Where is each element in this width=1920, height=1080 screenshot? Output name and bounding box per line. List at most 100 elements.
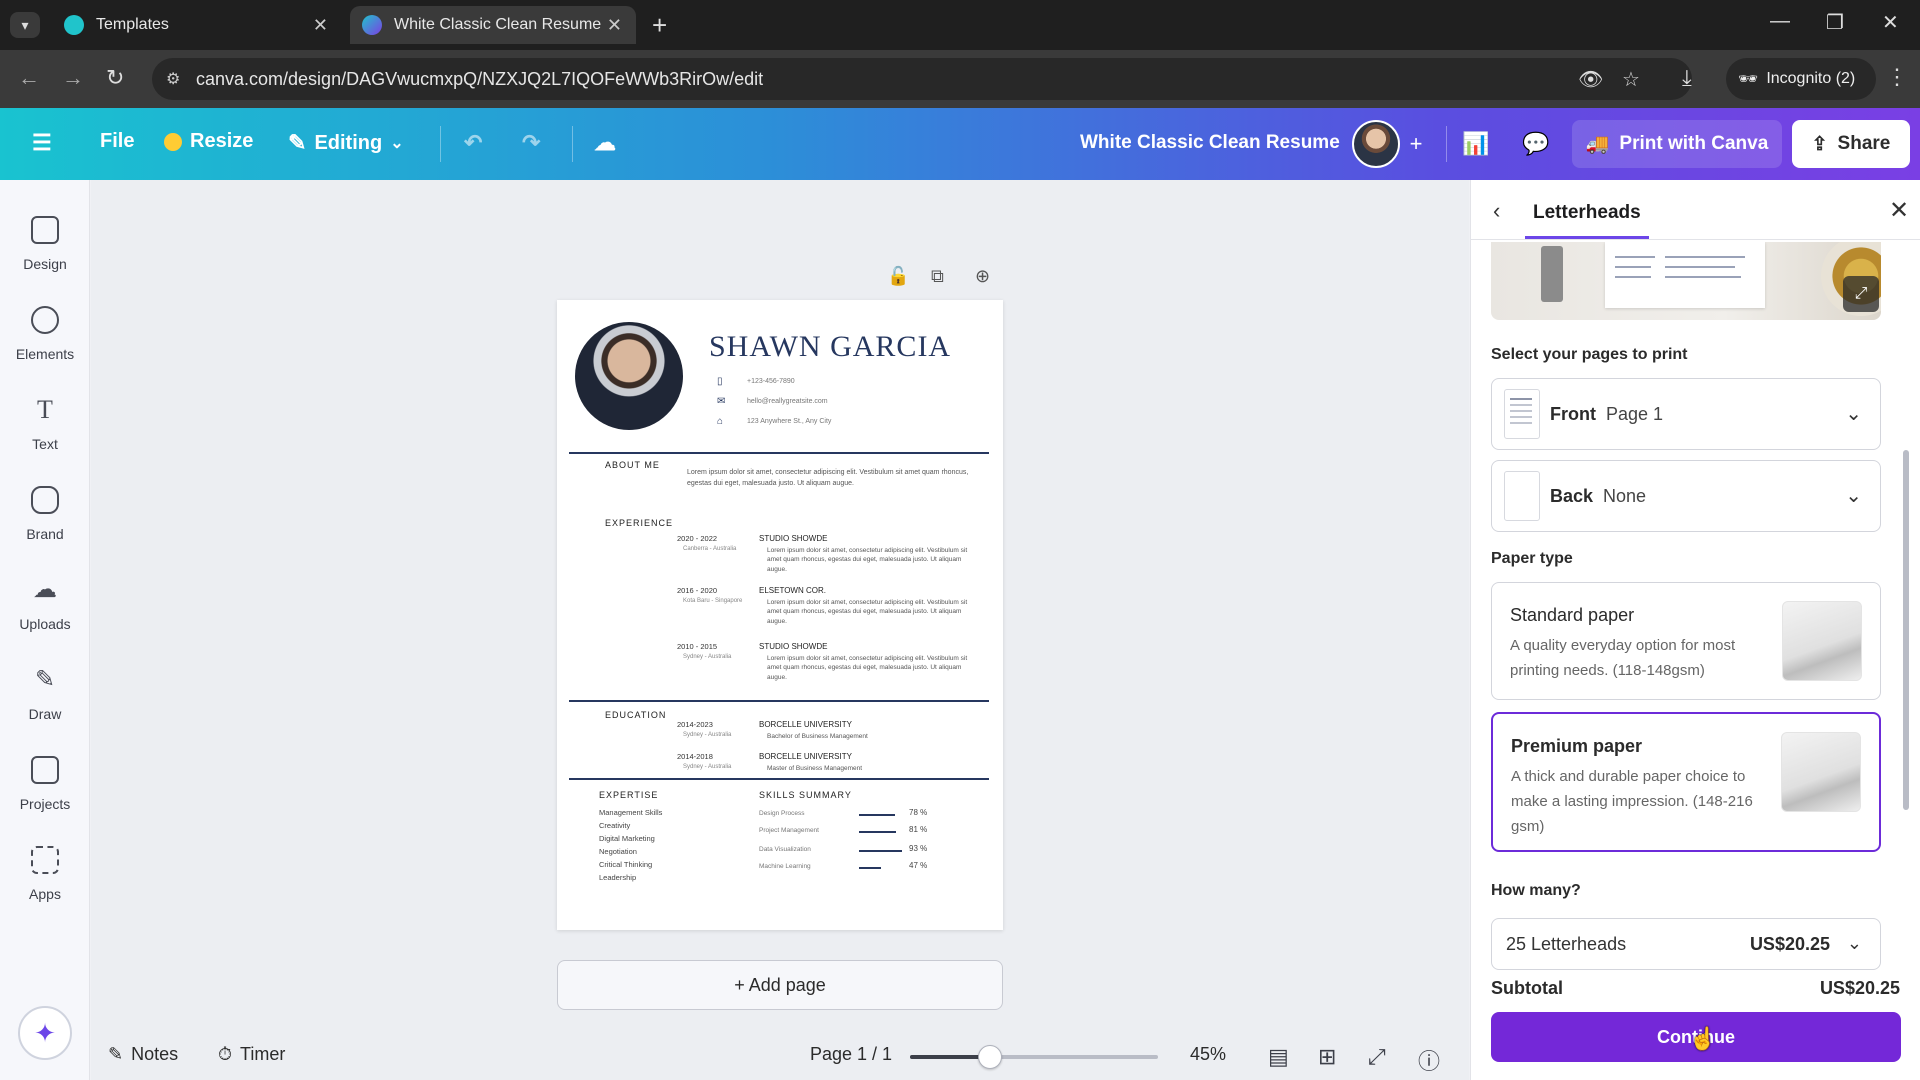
timer-button[interactable]: ⏱ Timer [218,1044,285,1065]
insights-chart-icon[interactable]: 📊 [1454,122,1498,166]
fullscreen-icon[interactable]: ⤢ [1368,1044,1386,1070]
letterhead-preview-image[interactable]: ⤢ [1491,242,1881,320]
page-indicator[interactable]: Page 1 / 1 [810,1044,892,1065]
forward-arrow-icon[interactable]: → [62,65,84,91]
restore-icon[interactable]: ❐ [1826,10,1844,35]
exp-description[interactable]: Lorem ipsum dolor sit amet, consectetur … [767,598,977,626]
skill-percent[interactable]: 47 % [909,861,927,870]
site-info-icon[interactable]: ⚙ [166,69,180,89]
tab-resume[interactable]: White Classic Clean Resume - A ✕ [350,6,636,44]
bookmark-star-icon[interactable]: ☆ [1622,67,1640,92]
rail-item-uploads[interactable]: ☁ Uploads [0,568,90,648]
add-collaborator-icon[interactable]: + [1394,122,1438,166]
close-panel-icon[interactable]: ✕ [1889,196,1909,225]
back-chevron-icon[interactable]: ‹ [1493,198,1500,224]
skills-title[interactable]: SKILLS SUMMARY [759,790,852,800]
exp-location[interactable]: Sydney - Australia [683,654,731,660]
minimize-icon[interactable]: — [1770,10,1790,33]
edu-school[interactable]: BORCELLE UNIVERSITY [759,752,852,761]
email-text[interactable]: hello@reallygreatsite.com [747,398,828,405]
expertise-title[interactable]: EXPERTISE [599,790,658,800]
profile-photo[interactable] [575,322,683,430]
close-window-icon[interactable]: ✕ [1882,10,1899,35]
rail-item-apps[interactable]: Apps [0,838,90,918]
download-icon[interactable]: ⤓ [1682,65,1692,91]
pages-view-icon[interactable]: ▤ [1268,1044,1289,1070]
about-title[interactable]: ABOUT ME [605,460,660,470]
rail-item-text[interactable]: T Text [0,388,90,468]
share-button[interactable]: ⇪ Share [1792,120,1910,168]
print-with-canva-button[interactable]: 🚚 Print with Canva [1572,120,1782,168]
close-tab-icon[interactable]: ✕ [607,15,622,36]
url-bar[interactable]: ⚙ canva.com/design/DAGVwucmxpQ/NZXJQ2L7I… [152,58,1692,100]
skill-name[interactable]: Machine Learning [759,863,811,870]
resume-page[interactable]: SHAWN GARCIA ▯ +123-456-7890 ✉ hello@rea… [557,300,1003,930]
skill-name[interactable]: Design Process [759,810,805,817]
cloud-sync-icon[interactable]: ☁ [594,130,616,156]
tab-search-icon[interactable]: ▾ [10,12,40,38]
rail-item-elements[interactable]: Elements [0,298,90,378]
reload-icon[interactable]: ↻ [106,65,124,91]
edu-years[interactable]: 2014-2023 [677,720,713,729]
exp-company[interactable]: STUDIO SHOWDE [759,642,827,651]
front-page-select[interactable]: Front Page 1 ⌄ [1491,378,1881,450]
about-text[interactable]: Lorem ipsum dolor sit amet, consectetur … [687,468,977,489]
edu-location[interactable]: Sydney - Australia [683,764,731,770]
comment-icon[interactable]: 💬 [1514,122,1558,166]
browser-menu-icon[interactable]: ⋮ [1886,64,1908,90]
notes-button[interactable]: ✎ Notes [108,1044,178,1065]
undo-icon[interactable]: ↶ [464,130,482,156]
edu-location[interactable]: Sydney - Australia [683,732,731,738]
add-page-icon[interactable]: ⊕ [975,266,990,287]
zoom-level[interactable]: 45% [1190,1044,1226,1065]
add-page-button[interactable]: + Add page [557,960,1003,1010]
new-tab-icon[interactable]: + [652,10,667,41]
resize-button[interactable]: Resize [164,130,253,153]
expertise-item[interactable]: Leadership [599,873,636,882]
expertise-item[interactable]: Creativity [599,821,630,830]
editing-mode-button[interactable]: ✎ Editing ⌄ [288,130,404,156]
rail-item-draw[interactable]: ✎ Draw [0,658,90,738]
phone-text[interactable]: +123-456-7890 [747,378,795,385]
skill-name[interactable]: Data Visualization [759,846,811,853]
expertise-item[interactable]: Management Skills [599,808,662,817]
address-text[interactable]: 123 Anywhere St., Any City [747,418,831,425]
expand-preview-icon[interactable]: ⤢ [1843,276,1879,312]
skill-name[interactable]: Project Management [759,827,819,834]
file-menu-button[interactable]: File [100,130,134,153]
close-tab-icon[interactable]: ✕ [313,15,328,36]
rail-item-design[interactable]: Design [0,208,90,288]
rail-item-brand[interactable]: Brand [0,478,90,558]
expertise-item[interactable]: Negotiation [599,847,637,856]
back-arrow-icon[interactable]: ← [18,65,40,91]
expertise-item[interactable]: Critical Thinking [599,860,652,869]
exp-location[interactable]: Kota Baru - Singapore [683,598,742,604]
edu-degree[interactable]: Master of Business Management [767,764,977,773]
quantity-select[interactable]: 25 Letterheads US$20.25 ⌄ [1491,918,1881,970]
exp-company[interactable]: ELSETOWN COR. [759,586,826,595]
rail-item-projects[interactable]: Projects [0,748,90,828]
user-avatar[interactable] [1352,120,1400,168]
exp-years[interactable]: 2016 - 2020 [677,586,717,595]
back-page-select[interactable]: Back None ⌄ [1491,460,1881,532]
lock-page-icon[interactable]: 🔓 [887,266,909,287]
help-icon[interactable]: ⓘ [1418,1044,1440,1076]
skill-percent[interactable]: 93 % [909,844,927,853]
edu-school[interactable]: BORCELLE UNIVERSITY [759,720,852,729]
edu-years[interactable]: 2014-2018 [677,752,713,761]
education-title[interactable]: EDUCATION [605,710,666,720]
experience-title[interactable]: EXPERIENCE [605,518,673,528]
panel-scrollbar[interactable] [1903,450,1909,810]
exp-location[interactable]: Canberra - Australia [683,546,736,552]
redo-icon[interactable]: ↷ [522,130,540,156]
magic-assistant-icon[interactable]: ✦ [18,1006,72,1060]
exp-years[interactable]: 2010 - 2015 [677,642,717,651]
expertise-item[interactable]: Digital Marketing [599,834,655,843]
exp-company[interactable]: STUDIO SHOWDE [759,534,827,543]
main-menu-icon[interactable]: ☰ [32,130,52,156]
incognito-badge[interactable]: 🕶 Incognito (2) [1726,58,1876,100]
premium-paper-option[interactable]: Premium paper A thick and durable paper … [1491,712,1881,852]
tab-templates[interactable]: Templates ✕ [52,6,342,44]
skill-percent[interactable]: 78 % [909,808,927,817]
resume-name[interactable]: SHAWN GARCIA [709,330,951,364]
